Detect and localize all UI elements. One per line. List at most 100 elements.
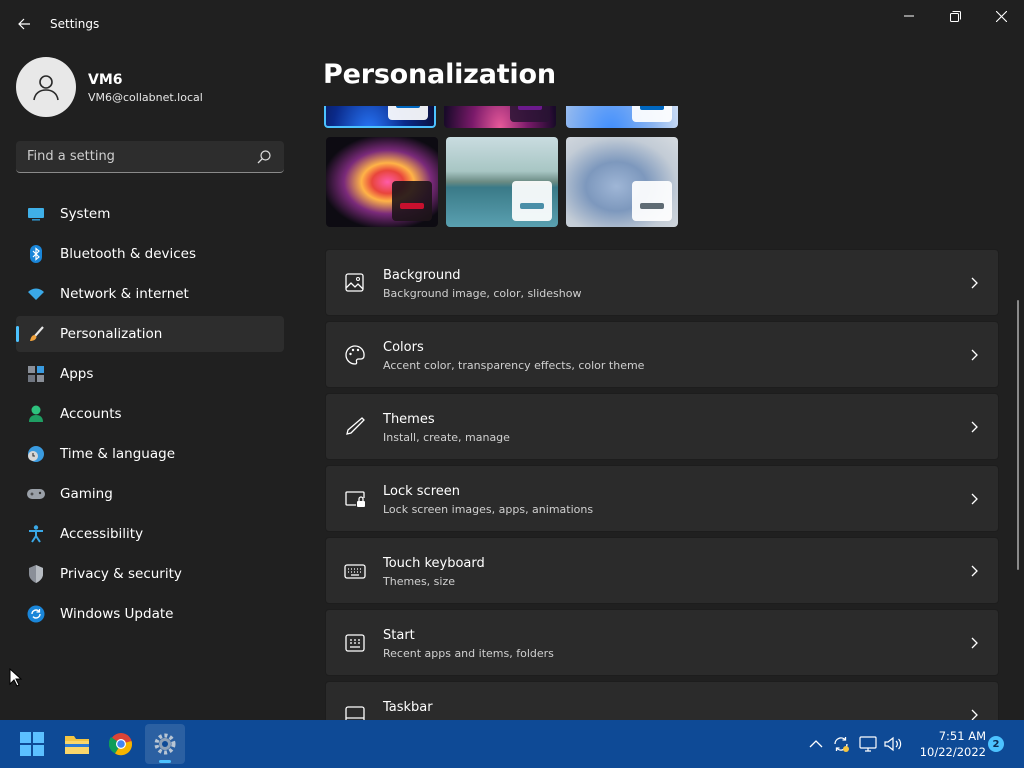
theme-thumbnail[interactable] [566, 106, 678, 128]
sidebar-item-label: System [60, 206, 111, 222]
apps-icon [27, 365, 45, 383]
page-title: Personalization [323, 59, 556, 90]
restore-icon [949, 10, 961, 22]
running-indicator [159, 760, 171, 763]
theme-thumbnail[interactable] [566, 137, 678, 227]
sidebar-item-time-language[interactable]: Time & language [16, 436, 284, 472]
sidebar-item-apps[interactable]: Apps [16, 356, 284, 392]
start-button[interactable] [12, 724, 52, 764]
settings-cards: Background Background image, color, slid… [325, 249, 999, 720]
close-button[interactable] [978, 0, 1024, 32]
chrome-icon [109, 733, 133, 756]
app-title: Settings [50, 17, 100, 31]
card-themes[interactable]: Themes Install, create, manage [325, 393, 999, 460]
scrollbar[interactable] [1017, 300, 1019, 570]
person-icon [27, 405, 45, 423]
gear-icon [154, 733, 176, 755]
restore-button[interactable] [932, 0, 978, 32]
sidebar-item-label: Windows Update [60, 606, 174, 622]
sidebar-item-label: Apps [60, 366, 94, 382]
sidebar-nav: System Bluetooth & devices Network & int… [16, 196, 284, 636]
card-title: Taskbar [383, 700, 433, 715]
file-explorer-button[interactable] [57, 724, 97, 764]
sidebar-item-system[interactable]: System [16, 196, 284, 232]
chevron-right-icon [971, 709, 978, 720]
card-title: Colors [383, 340, 424, 355]
show-hidden-icons-button[interactable] [806, 734, 826, 754]
network-tray-icon[interactable] [858, 734, 878, 754]
sidebar-item-label: Bluetooth & devices [60, 246, 197, 262]
accent-swatch [512, 181, 552, 221]
clock[interactable]: 7:51 AM 10/22/2022 [906, 728, 986, 760]
person-icon [33, 75, 59, 101]
search-placeholder: Find a setting [27, 149, 115, 164]
back-arrow-icon [18, 18, 30, 30]
sidebar-item-privacy[interactable]: Privacy & security [16, 556, 284, 592]
back-button[interactable] [12, 12, 36, 36]
accent-swatch [388, 106, 428, 120]
sidebar-item-windows-update[interactable]: Windows Update [16, 596, 284, 632]
minimize-button[interactable] [886, 0, 932, 32]
card-lock-screen[interactable]: Lock screen Lock screen images, apps, an… [325, 465, 999, 532]
clock-time: 7:51 AM [938, 729, 986, 743]
card-start[interactable]: Start Recent apps and items, folders [325, 609, 999, 676]
folder-icon [65, 736, 89, 754]
sidebar-item-personalization[interactable]: Personalization [16, 316, 284, 352]
sidebar-item-bluetooth[interactable]: Bluetooth & devices [16, 236, 284, 272]
sidebar-item-accounts[interactable]: Accounts [16, 396, 284, 432]
sidebar-item-label: Privacy & security [60, 566, 182, 582]
gamepad-icon [27, 485, 45, 503]
sidebar-item-network[interactable]: Network & internet [16, 276, 284, 312]
sidebar-item-label: Personalization [60, 326, 163, 342]
chevron-right-icon [971, 493, 978, 505]
sidebar-item-label: Gaming [60, 486, 113, 502]
lock-screen-icon [345, 491, 365, 507]
notification-badge[interactable]: 2 [988, 736, 1004, 752]
card-title: Themes [383, 412, 435, 427]
bluetooth-icon [27, 245, 45, 263]
theme-thumbnail[interactable] [324, 106, 436, 128]
start-icon [345, 634, 365, 652]
card-subtitle: Themes, size [383, 575, 455, 588]
card-subtitle: Background image, color, slideshow [383, 287, 582, 300]
card-subtitle: Lock screen images, apps, animations [383, 503, 594, 516]
card-subtitle: Install, create, manage [383, 431, 510, 444]
close-icon [995, 10, 1007, 22]
clock-date: 10/22/2022 [919, 745, 986, 759]
card-background[interactable]: Background Background image, color, slid… [325, 249, 999, 316]
sync-tray-icon[interactable] [831, 734, 851, 754]
sidebar-item-gaming[interactable]: Gaming [16, 476, 284, 512]
user-email: VM6@collabnet.local [88, 91, 203, 104]
card-touch-keyboard[interactable]: Touch keyboard Themes, size [325, 537, 999, 604]
chevron-up-icon [809, 740, 823, 748]
sidebar-item-label: Network & internet [60, 286, 189, 302]
user-name: VM6 [88, 72, 123, 88]
card-title: Background [383, 268, 461, 283]
wifi-icon [27, 285, 45, 303]
card-colors[interactable]: Colors Accent color, transparency effect… [325, 321, 999, 388]
accent-swatch [632, 106, 672, 122]
theme-thumbnail[interactable] [444, 106, 556, 128]
accent-swatch [632, 181, 672, 221]
sidebar-item-accessibility[interactable]: Accessibility [16, 516, 284, 552]
card-title: Lock screen [383, 484, 460, 499]
chevron-right-icon [971, 565, 978, 577]
keyboard-icon [344, 564, 366, 579]
card-title: Start [383, 628, 415, 643]
mouse-cursor-icon [9, 668, 23, 687]
settings-app-button[interactable] [145, 724, 185, 764]
system-icon [27, 205, 45, 223]
windows-logo-icon [20, 732, 44, 756]
user-profile[interactable]: VM6 VM6@collabnet.local [16, 57, 286, 117]
theme-thumbnail[interactable] [446, 137, 558, 227]
volume-tray-icon[interactable] [883, 734, 903, 754]
search-input[interactable]: Find a setting [16, 141, 284, 173]
chrome-button[interactable] [101, 724, 141, 764]
avatar[interactable] [16, 57, 76, 117]
shield-icon [27, 565, 45, 583]
title-bar: Settings [0, 0, 1024, 48]
sync-icon [834, 737, 849, 752]
search-icon[interactable] [256, 149, 272, 165]
card-taskbar[interactable]: Taskbar [325, 681, 999, 720]
theme-thumbnail[interactable] [326, 137, 438, 227]
